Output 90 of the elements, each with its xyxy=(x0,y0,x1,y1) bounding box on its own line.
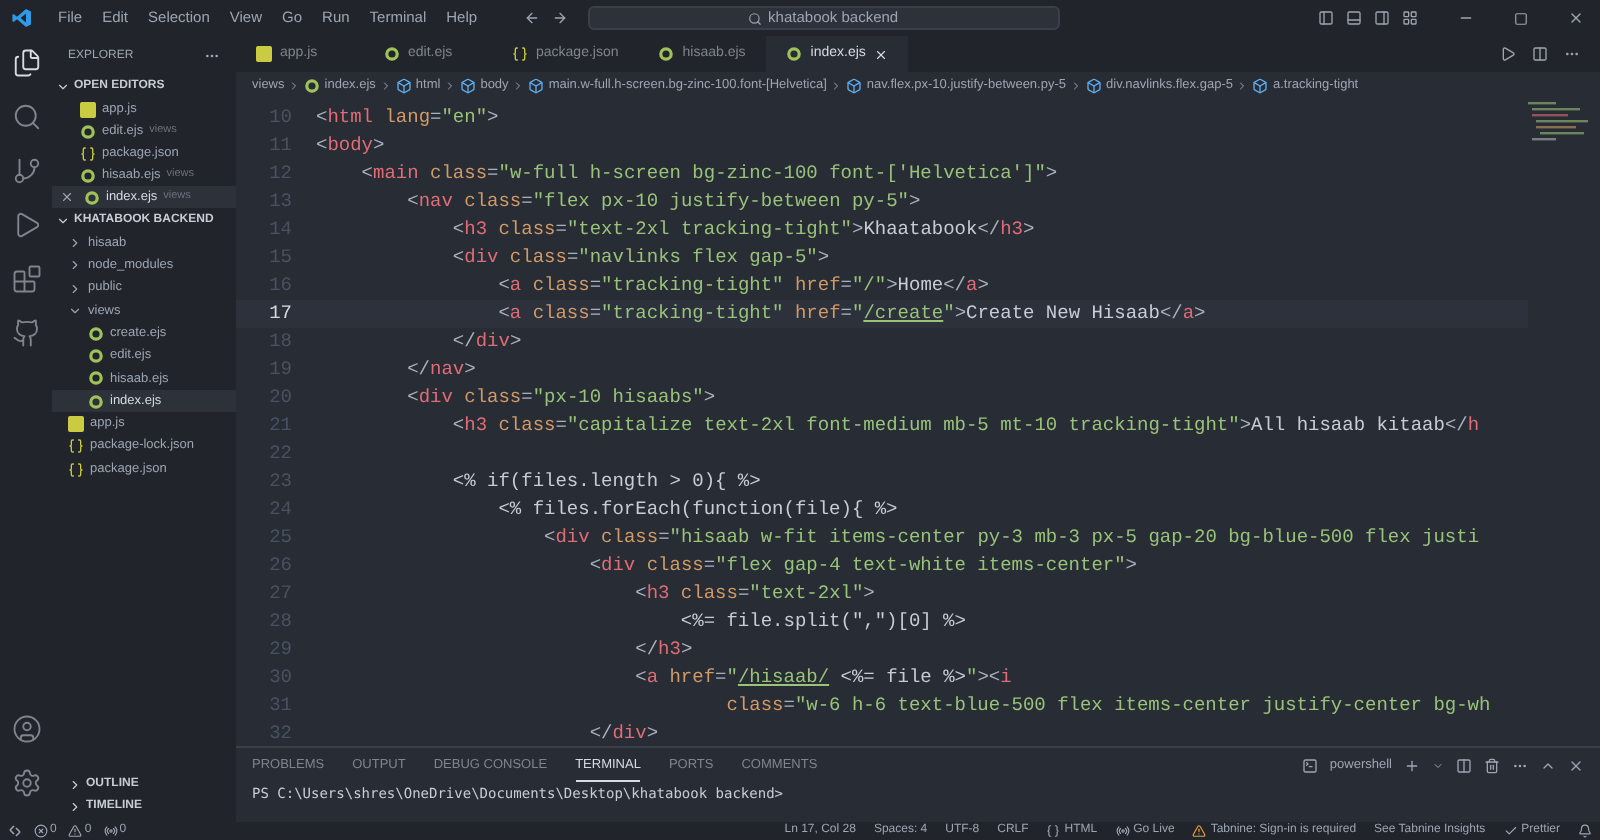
bell-icon[interactable] xyxy=(1578,824,1592,838)
js-file-icon xyxy=(256,46,272,62)
branch-icon[interactable] xyxy=(11,156,41,186)
cube-icon xyxy=(846,77,863,93)
chevron-down-icon xyxy=(56,80,70,94)
ring-file-icon xyxy=(80,123,96,139)
terminal-icon xyxy=(1301,758,1318,774)
code-line: </div> xyxy=(587,719,659,748)
code-line: <div class="flex gap-4 text-white items-center"> xyxy=(587,551,1137,580)
account-icon[interactable] xyxy=(11,714,41,744)
back-arrow-icon[interactable] xyxy=(523,10,540,26)
code-line: <%= file.split(",")[0] %> xyxy=(678,607,966,636)
braces-icon xyxy=(1046,824,1061,838)
remote-icon[interactable] xyxy=(8,824,22,838)
play-icon[interactable] xyxy=(1500,46,1516,62)
code-line: <h3 class="text-2xl"> xyxy=(633,579,875,608)
check-icon xyxy=(1503,824,1518,838)
code-line: <div class="hisaab w-fit items-center py-3 mb-3 px-5 gap-20 bg-blue-500 flex justi xyxy=(542,523,1480,552)
code-line: <% if(files.length > 0){ %> xyxy=(450,467,761,496)
minimap-drawing xyxy=(1528,102,1588,142)
trash-icon[interactable] xyxy=(1484,758,1500,774)
play-icon[interactable] xyxy=(11,210,41,240)
code-line: <html lang="en"> xyxy=(316,103,499,132)
code-line: <div class="navlinks flex gap-5"> xyxy=(450,243,830,272)
code-line: <body> xyxy=(316,131,385,160)
chevron-right-icon xyxy=(830,79,843,91)
close-icon[interactable] xyxy=(60,190,74,204)
braces-icon xyxy=(80,145,96,161)
chevron-down-icon[interactable] xyxy=(1432,760,1444,772)
error-icon xyxy=(34,824,48,838)
app-logo-icon xyxy=(12,8,32,28)
broadcast-icon xyxy=(1115,824,1130,838)
close-icon[interactable] xyxy=(873,47,888,61)
cube-icon xyxy=(1086,77,1103,93)
forward-arrow-icon[interactable] xyxy=(551,10,568,26)
panel-bottom-icon[interactable] xyxy=(1346,10,1362,26)
chevron-down-icon xyxy=(68,304,82,319)
chevron-right-icon xyxy=(444,79,457,91)
split-terminal-icon[interactable] xyxy=(1456,758,1472,774)
chevron-right-icon xyxy=(512,79,525,91)
code-line: <h3 class="capitalize text-2xl font-medium mb-5 mt-10 tracking-tight">All hisaab kitaab</h xyxy=(450,411,1480,440)
braces-icon xyxy=(512,46,528,62)
code-line: </h3> xyxy=(633,635,693,664)
code-line: <main class="w-full h-screen bg-zinc-100 font-['Helvetica']"> xyxy=(359,159,1058,188)
chevron-right-icon xyxy=(1070,79,1083,91)
line-number: 17 xyxy=(267,299,292,328)
warning-icon xyxy=(1192,824,1207,838)
split-editor-icon[interactable] xyxy=(1532,46,1548,62)
code-line: <a href="/hisaab/ <%= file %>"><i xyxy=(633,663,1012,692)
code-line: <h3 class="text-2xl tracking-tight">Khaatabook</h3> xyxy=(450,215,1035,244)
code-line: <div class="px-10 hisaabs"> xyxy=(405,383,716,412)
code-line: </nav> xyxy=(405,355,476,384)
plus-icon[interactable] xyxy=(1404,758,1420,774)
code-line: <a class="tracking-tight" href="/">Home</a> xyxy=(496,271,989,300)
ring-file-icon xyxy=(786,46,803,62)
maximize-icon[interactable] xyxy=(1514,11,1528,25)
cube-icon xyxy=(1252,77,1269,93)
cube-icon xyxy=(528,77,545,93)
close-icon[interactable] xyxy=(1568,758,1584,774)
code-line: <a class="tracking-tight" href="/create">Create New Hisaab</a> xyxy=(496,299,1206,328)
blocks-icon[interactable] xyxy=(11,264,41,294)
ring-file-icon xyxy=(384,46,400,62)
js-file-icon xyxy=(80,101,96,117)
close-icon[interactable] xyxy=(1568,10,1584,26)
braces-icon xyxy=(68,461,84,478)
code-line: </div> xyxy=(450,327,522,356)
code-line: <% files.forEach(function(file){ %> xyxy=(496,495,898,524)
files-icon[interactable] xyxy=(11,48,41,78)
cube-icon xyxy=(395,77,412,93)
warning-icon xyxy=(68,824,83,838)
layout-icon[interactable] xyxy=(1402,10,1418,26)
broadcast-icon xyxy=(103,824,118,838)
chevron-up-icon[interactable] xyxy=(1540,758,1556,774)
braces-icon xyxy=(68,438,84,455)
code-line: <nav class="flex px-10 justify-between py-5"> xyxy=(405,187,921,216)
cube-icon xyxy=(460,77,477,93)
settings-icon[interactable] xyxy=(11,768,41,798)
chevron-right-icon xyxy=(379,79,392,91)
code-line: class="w-6 h-6 text-blue-500 flex items-center justify-center bg-wh xyxy=(724,691,1491,720)
panel-right-icon[interactable] xyxy=(1374,10,1390,26)
cat-icon[interactable] xyxy=(11,318,41,348)
chevron-right-icon xyxy=(1236,79,1249,91)
js-file-icon xyxy=(68,416,84,433)
ring-file-icon xyxy=(658,46,675,62)
search-icon[interactable] xyxy=(11,102,41,132)
search-icon xyxy=(748,11,763,25)
ring-file-icon xyxy=(304,77,321,93)
panel-left-icon[interactable] xyxy=(1318,10,1334,26)
chevron-right-icon xyxy=(288,79,301,91)
chevron-down-icon xyxy=(56,213,70,227)
